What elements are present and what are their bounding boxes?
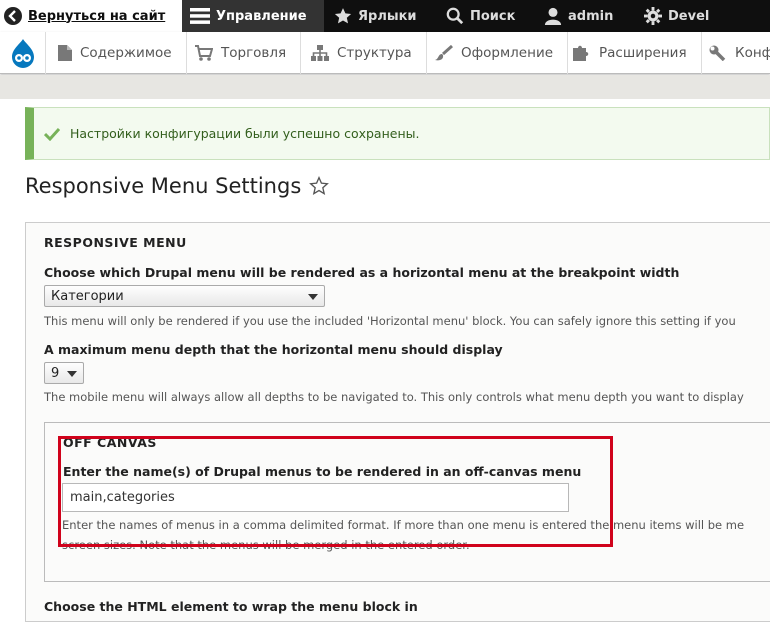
user-label: admin: [568, 8, 614, 24]
off-canvas-menus-value: main,categories: [70, 490, 175, 505]
menu-depth-description: The mobile menu will always allow all de…: [44, 390, 744, 404]
off-canvas-description-line1: Enter the names of menus in a comma deli…: [62, 518, 745, 532]
status-message: Настройки конфигурации были успешно сохр…: [25, 107, 770, 160]
tray-item-label: Торговля: [221, 45, 287, 61]
page-title: Responsive Menu Settings: [25, 174, 330, 198]
tray-item-commerce[interactable]: Торговля: [183, 32, 302, 74]
back-to-site-label: Вернуться на сайт: [28, 8, 166, 24]
tray-item-label: Оформление: [461, 45, 554, 61]
document-icon: [58, 45, 72, 61]
off-canvas-legend: OFF CANVAS: [63, 435, 157, 450]
menu-depth-value: 9: [51, 365, 60, 381]
user-icon: [544, 7, 562, 25]
tray-item-config[interactable]: Конф: [697, 32, 770, 74]
shortcuts-label: Ярлыки: [358, 8, 417, 24]
devel-label: Devel: [668, 8, 710, 24]
back-to-site-link[interactable]: Вернуться на сайт: [0, 0, 182, 32]
star-outline-icon[interactable]: [309, 176, 330, 196]
tray-item-structure[interactable]: Структура: [299, 32, 427, 74]
off-canvas-label: Enter the name(s) of Drupal menus to be …: [63, 464, 582, 479]
off-canvas-menus-input[interactable]: main,categories: [62, 483, 569, 512]
horizontal-menu-description: This menu will only be rendered if you u…: [44, 314, 736, 328]
tray-item-label: Структура: [337, 45, 412, 61]
devel-tab[interactable]: Devel: [644, 0, 709, 32]
tray-item-label: Конф: [735, 45, 770, 61]
tray-item-label: Содержимое: [80, 45, 172, 61]
back-arrow-icon: [4, 7, 22, 25]
search-icon: [446, 7, 464, 25]
user-tab[interactable]: admin: [544, 0, 613, 32]
puzzle-icon: [573, 45, 589, 61]
search-label: Поиск: [470, 8, 516, 24]
tray-item-extend[interactable]: Расширения: [561, 32, 702, 74]
menu-depth-select[interactable]: 9: [44, 362, 84, 384]
manage-label: Управление: [216, 8, 307, 24]
horizontal-menu-value: Категории: [51, 288, 124, 304]
star-icon: [334, 8, 352, 24]
page-title-text: Responsive Menu Settings: [25, 174, 302, 198]
wrench-icon: [709, 45, 726, 61]
checkmark-icon: [44, 127, 60, 141]
admin-toolbar: Вернуться на сайт Управление Ярлыки Поис…: [0, 0, 770, 32]
structure-icon: [311, 45, 329, 61]
header-band: [0, 75, 770, 99]
menu-icon: [190, 8, 210, 24]
status-text: Настройки конфигурации были успешно сохр…: [70, 126, 420, 141]
fieldset-legend: RESPONSIVE MENU: [44, 235, 187, 250]
wrap-element-label: Choose the HTML element to wrap the menu…: [44, 599, 418, 614]
paintbrush-icon: [435, 45, 453, 61]
gear-icon: [644, 7, 662, 25]
tray-item-content[interactable]: Содержимое: [46, 32, 187, 74]
search-tab[interactable]: Поиск: [446, 0, 515, 32]
tray-item-label: Расширения: [599, 45, 687, 61]
cart-icon: [195, 45, 213, 61]
shortcuts-tab[interactable]: Ярлыки: [334, 0, 417, 32]
tray-item-appearance[interactable]: Оформление: [423, 32, 569, 74]
manage-tab[interactable]: Управление: [182, 0, 324, 32]
menu-depth-label: A maximum menu depth that the horizontal…: [44, 342, 503, 357]
horizontal-menu-label: Choose which Drupal menu will be rendere…: [44, 265, 680, 280]
drupal-drop-icon: [11, 39, 34, 68]
chevron-down-icon: [67, 371, 77, 377]
off-canvas-description-line2: screen sizes. Note that the menus will b…: [62, 538, 470, 552]
admin-tray: Содержимое Торговля Структура Оформление…: [0, 32, 770, 74]
drupal-logo[interactable]: [0, 32, 46, 74]
chevron-down-icon: [308, 294, 318, 300]
horizontal-menu-select[interactable]: Категории: [44, 285, 325, 307]
